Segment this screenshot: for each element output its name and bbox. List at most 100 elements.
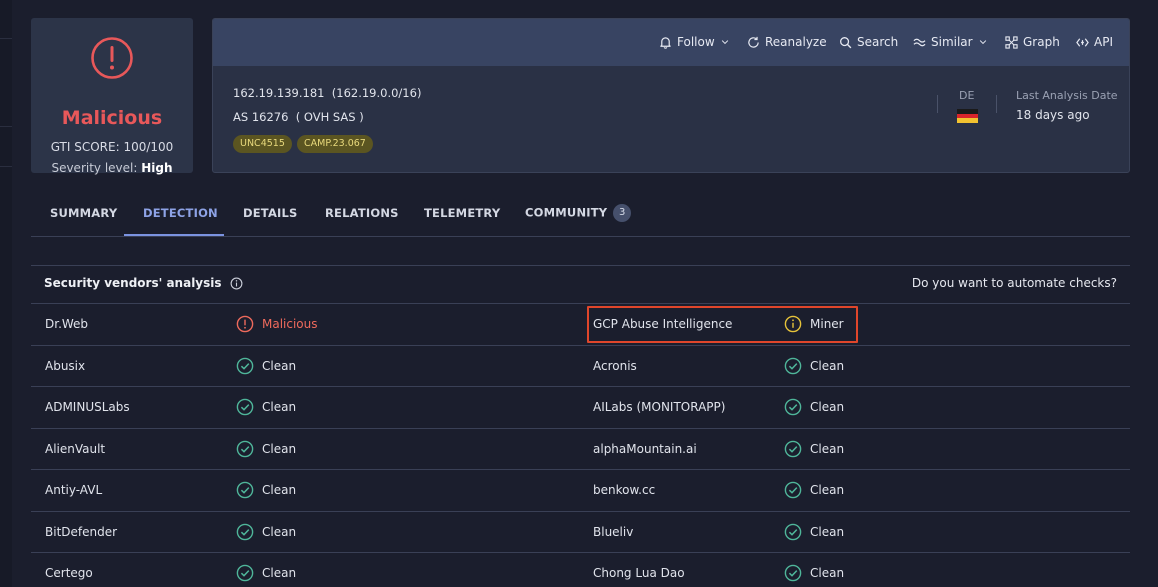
vendor-name[interactable]: Chong Lua Dao (593, 566, 685, 580)
graph-label: Graph (1023, 35, 1060, 49)
similar-icon (913, 38, 926, 46)
vendor-name[interactable]: Antiy-AVL (45, 483, 102, 497)
vendor-name[interactable]: Acronis (593, 359, 637, 373)
severity-label: Severity level: (51, 161, 138, 175)
check-circle-icon (784, 481, 802, 499)
tab-bar: SUMMARY DETECTION DETAILS RELATIONS TELE… (31, 192, 1130, 237)
search-button[interactable]: Search (839, 34, 898, 50)
chevron-down-icon (721, 40, 728, 45)
vendor-result-label: Clean (262, 524, 297, 539)
divider (937, 95, 938, 113)
alert-circle-icon (91, 37, 133, 79)
table-row: Antiy-AVL Clean benkow.cc Clean (31, 470, 1130, 512)
vendors-title: Security vendors' analysis (44, 276, 243, 290)
search-icon (840, 36, 852, 48)
vendor-result-label: Clean (262, 358, 297, 373)
vendor-result: Clean (784, 398, 844, 416)
vendor-name[interactable]: Certego (45, 566, 93, 580)
refresh-icon (748, 36, 759, 48)
check-circle-icon (236, 440, 254, 457)
vendor-name[interactable]: alphaMountain.ai (593, 442, 697, 456)
vendor-result-label: Clean (810, 441, 845, 456)
follow-button[interactable]: Follow (659, 34, 730, 50)
search-label: Search (857, 35, 899, 49)
vendor-result: Clean (784, 440, 844, 458)
vendor-result: Clean (236, 440, 296, 458)
vendor-result-label: Clean (810, 358, 845, 373)
chevron-down-icon (979, 40, 986, 45)
vendor-name[interactable]: BitDefender (45, 525, 117, 539)
vendor-result: Clean (784, 564, 844, 582)
vendor-name[interactable]: Blueliv (593, 525, 633, 539)
table-row: Dr.Web Malicious GCP Abuse Intelligence Min… (31, 304, 1130, 346)
check-circle-icon (784, 523, 802, 540)
vendor-result-label: Clean (262, 441, 297, 456)
tab-telemetry[interactable]: TELEMETRY (424, 206, 500, 220)
reanalyze-button[interactable]: Reanalyze (747, 34, 827, 50)
vendor-name[interactable]: Dr.Web (45, 317, 88, 331)
vendors-header: Security vendors' analysis Do you want t… (31, 265, 1130, 303)
tag-chip[interactable]: UNC4515 (233, 135, 292, 153)
as-number[interactable]: AS 16276 ( OVH SAS ) (233, 110, 364, 124)
table-row: BitDefender Clean Blueliv Clean (31, 512, 1130, 553)
table-row: ADMINUSLabs Clean AILabs (MONITORAPP) Clean (31, 387, 1130, 429)
score-card: Malicious GTI SCORE: 100/100 Severity le… (31, 18, 193, 175)
gti-score: GTI SCORE: 100/100 (50, 140, 174, 154)
vendor-result-label: Malicious (262, 317, 318, 331)
check-circle-icon (236, 357, 254, 374)
vendor-result: Clean (236, 523, 296, 541)
vendor-result-label: Clean (262, 566, 297, 580)
check-circle-icon (236, 398, 254, 416)
tab-community[interactable]: COMMUNITY 3 (525, 204, 632, 222)
tab-summary[interactable]: SUMMARY (50, 206, 117, 220)
table-row: AlienVault Clean alphaMountain.ai Clean (31, 429, 1130, 470)
vendor-name[interactable]: Abusix (45, 359, 85, 373)
header-panel: Follow Reanalyze Search Similar Graph AP… (212, 18, 1130, 173)
vendor-result: Clean (784, 523, 844, 541)
vendor-result: Clean (236, 481, 296, 499)
check-circle-icon (784, 398, 802, 416)
vendor-name[interactable]: ADMINUSLabs (45, 400, 130, 414)
germany-flag-icon (957, 109, 978, 123)
severity-level: Severity level: High (31, 161, 193, 175)
vendor-result-label: Clean (810, 566, 845, 580)
ip-address[interactable]: 162.19.139.181 (162.19.0.0/16) (233, 86, 421, 100)
divider (996, 95, 997, 113)
vendor-result-label: Clean (810, 483, 845, 497)
tab-details[interactable]: DETAILS (243, 206, 298, 220)
graph-icon (1005, 35, 1018, 49)
vendor-result-label: Clean (810, 524, 845, 539)
similar-button[interactable]: Similar (913, 34, 988, 50)
vendor-result: Clean (784, 481, 844, 499)
api-button[interactable]: API (1076, 34, 1113, 50)
tab-community-label: COMMUNITY (525, 205, 608, 220)
vendor-result-label: Clean (810, 400, 845, 414)
vendor-result: Clean (236, 398, 296, 416)
vendors-table: Dr.Web Malicious GCP Abuse Intelligence Min… (31, 303, 1130, 587)
graph-button[interactable]: Graph (1005, 34, 1060, 50)
alert-circle-icon (236, 315, 254, 333)
vendor-name[interactable]: benkow.cc (593, 483, 655, 497)
toolbar: Follow Reanalyze Search Similar Graph AP… (213, 19, 1129, 66)
similar-label: Similar (931, 35, 973, 49)
active-tab-indicator (124, 234, 224, 236)
vendor-result: Malicious (236, 315, 318, 333)
bell-icon (660, 36, 671, 49)
check-circle-icon (236, 523, 254, 540)
highlight-box (587, 306, 858, 343)
vendor-name[interactable]: AlienVault (45, 442, 105, 456)
vendor-result-label: Clean (262, 483, 297, 497)
tab-relations[interactable]: RELATIONS (325, 206, 399, 220)
vendor-name[interactable]: AILabs (MONITORAPP) (593, 400, 725, 414)
vendors-title-label: Security vendors' analysis (44, 276, 222, 290)
check-circle-icon (236, 481, 254, 499)
tag-chip[interactable]: CAMP.23.067 (297, 135, 373, 153)
table-row: Certego Clean Chong Lua Dao Clean (31, 553, 1130, 587)
check-circle-icon (236, 564, 254, 582)
check-circle-icon (784, 440, 802, 457)
verdict-label: Malicious (61, 107, 163, 129)
automate-checks-link[interactable]: Do you want to automate checks? (912, 276, 1117, 290)
info-icon[interactable] (230, 277, 243, 290)
tab-detection[interactable]: DETECTION (143, 206, 218, 220)
table-row: Abusix Clean Acronis Clean (31, 346, 1130, 387)
